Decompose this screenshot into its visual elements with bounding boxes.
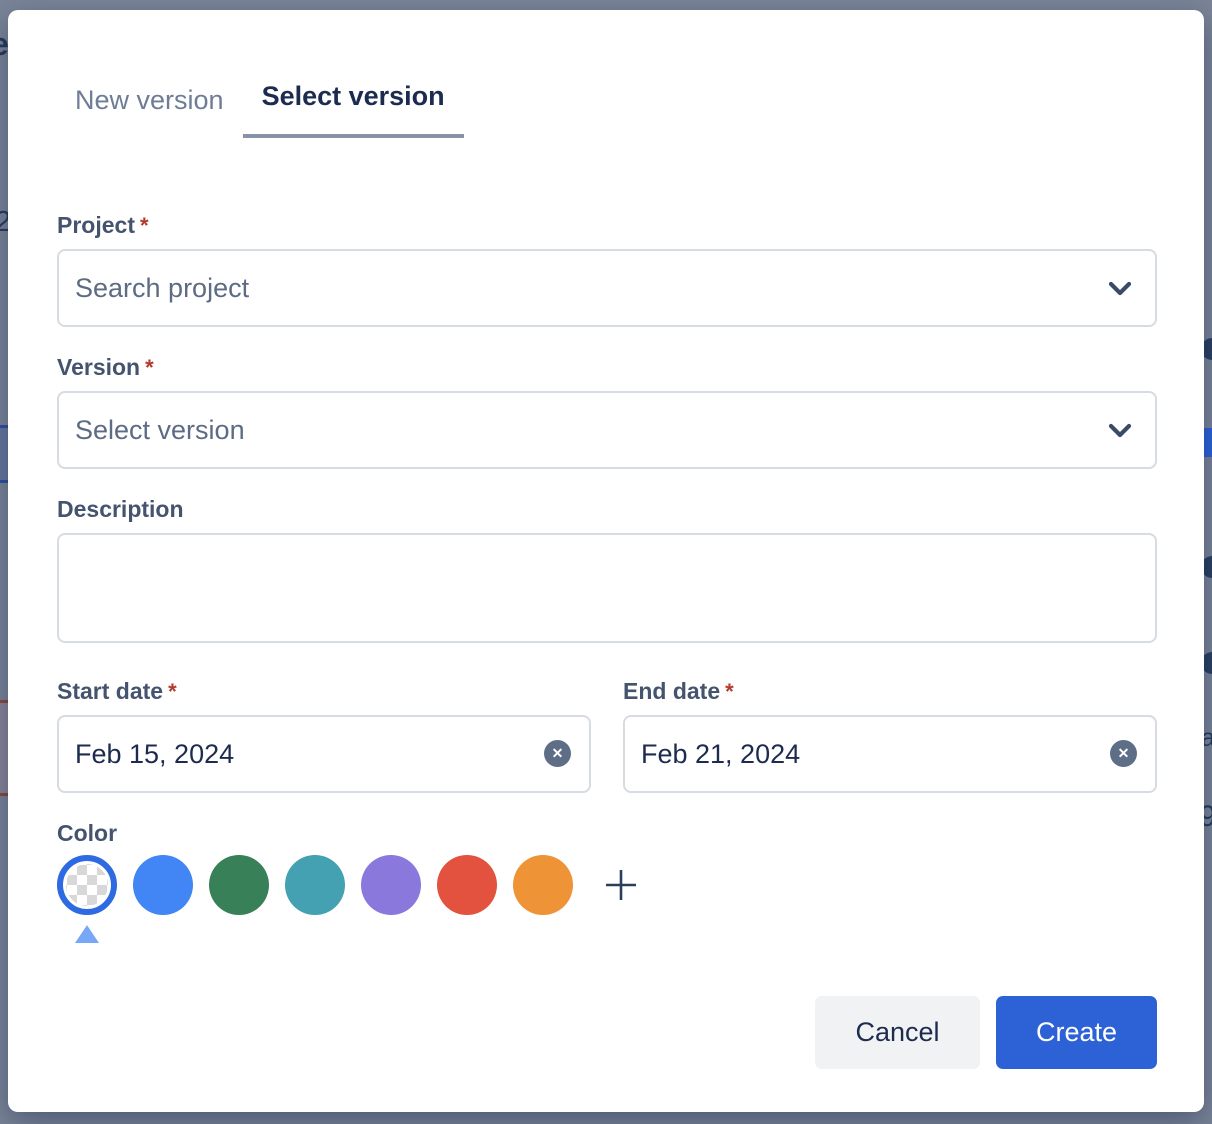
color-swatch-transparent[interactable] xyxy=(57,855,117,915)
chevron-down-icon[interactable] xyxy=(1107,276,1133,300)
end-date-label-text: End date xyxy=(623,678,720,704)
required-asterisk: * xyxy=(140,213,149,238)
color-swatch-row xyxy=(57,855,1157,915)
chevron-down-icon[interactable] xyxy=(1107,418,1133,442)
start-date-label-text: Start date xyxy=(57,678,163,704)
backdrop-artifact xyxy=(0,425,8,483)
required-asterisk: * xyxy=(168,679,177,704)
color-swatch-orange[interactable] xyxy=(513,855,573,915)
dialog-footer: Cancel Create xyxy=(57,996,1157,1069)
description-label: Description xyxy=(57,495,1157,523)
end-date-wrap: ✕ xyxy=(623,706,1157,793)
color-swatch-teal[interactable] xyxy=(285,855,345,915)
version-select-input[interactable] xyxy=(57,391,1157,469)
plus-icon xyxy=(602,866,640,904)
start-date-input[interactable] xyxy=(57,715,591,793)
start-date-field: Start date* ✕ xyxy=(57,677,591,793)
clear-start-date-icon[interactable]: ✕ xyxy=(544,740,571,767)
start-date-label: Start date* xyxy=(57,677,591,706)
color-swatch-green[interactable] xyxy=(209,855,269,915)
project-label: Project* xyxy=(57,211,1157,240)
end-date-field: End date* ✕ xyxy=(623,677,1157,793)
add-color-button[interactable] xyxy=(601,865,641,905)
version-select xyxy=(57,382,1157,469)
dialog-tabs: New version Select version xyxy=(75,80,1157,138)
version-label-text: Version xyxy=(57,354,140,380)
color-swatch-purple[interactable] xyxy=(361,855,421,915)
color-swatch-red[interactable] xyxy=(437,855,497,915)
project-label-text: Project xyxy=(57,212,135,238)
date-row: Start date* ✕ End date* ✕ xyxy=(57,677,1157,793)
required-asterisk: * xyxy=(145,355,154,380)
project-select xyxy=(57,240,1157,327)
tab-new-version[interactable]: New version xyxy=(75,84,224,138)
color-label: Color xyxy=(57,819,1157,847)
description-textarea[interactable] xyxy=(57,533,1157,643)
cancel-button[interactable]: Cancel xyxy=(815,996,980,1069)
create-button[interactable]: Create xyxy=(996,996,1157,1069)
backdrop-artifact xyxy=(0,700,8,796)
tab-select-version[interactable]: Select version xyxy=(243,80,464,138)
clear-end-date-icon[interactable]: ✕ xyxy=(1110,740,1137,767)
start-date-wrap: ✕ xyxy=(57,706,591,793)
end-date-label: End date* xyxy=(623,677,1157,706)
selected-color-indicator xyxy=(75,924,99,943)
create-version-dialog: New version Select version Project* Vers… xyxy=(8,10,1204,1112)
color-swatch-blue[interactable] xyxy=(133,855,193,915)
required-asterisk: * xyxy=(725,679,734,704)
end-date-input[interactable] xyxy=(623,715,1157,793)
project-select-input[interactable] xyxy=(57,249,1157,327)
version-label: Version* xyxy=(57,353,1157,382)
